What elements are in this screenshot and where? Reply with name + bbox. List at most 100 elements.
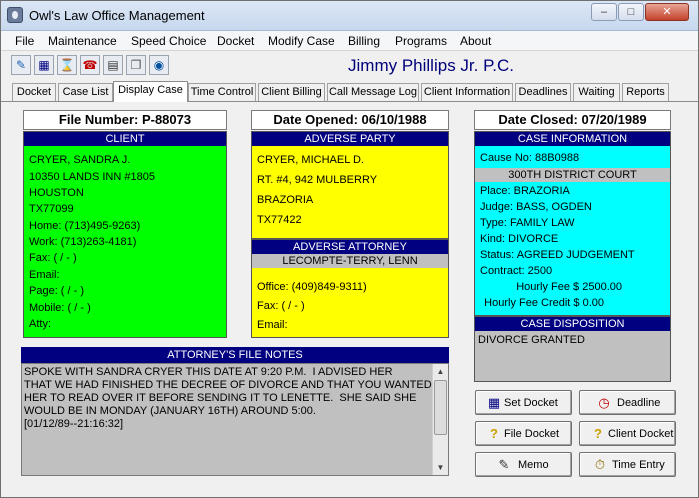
menu-modify-case[interactable]: Modify Case bbox=[268, 34, 335, 48]
case-hourly-fee: Hourly Fee $ 2500.00 bbox=[516, 281, 622, 293]
case-place: Place: BRAZORIA bbox=[480, 185, 570, 197]
maximize-button[interactable]: □ bbox=[618, 3, 644, 21]
calendar-icon: ▦ bbox=[487, 395, 501, 410]
file-docket-button[interactable]: ? File Docket bbox=[475, 421, 572, 446]
owl-app-icon bbox=[7, 7, 23, 23]
question-icon: ? bbox=[490, 426, 498, 441]
file-docket-label: File Docket bbox=[504, 428, 560, 440]
case-type: Type: FAMILY LAW bbox=[480, 217, 575, 229]
deadline-button[interactable]: ◷ Deadline bbox=[579, 390, 676, 415]
client-email: Email: bbox=[29, 269, 60, 281]
file-notes-area[interactable]: SPOKE WITH SANDRA CRYER THIS DATE AT 9:2… bbox=[21, 363, 449, 476]
question-icon: ? bbox=[594, 426, 602, 441]
case-disposition-text: DIVORCE GRANTED bbox=[478, 334, 585, 346]
tab-client-billing[interactable]: Client Billing bbox=[258, 83, 325, 101]
tab-display-case[interactable]: Display Case bbox=[113, 81, 188, 102]
adverse-attorney-office: Office: (409)849-9311) bbox=[257, 281, 367, 293]
stopwatch-icon: ⏱ bbox=[594, 457, 606, 472]
adverse-attorney-email: Email: bbox=[257, 319, 288, 331]
close-button[interactable]: ✕ bbox=[645, 3, 689, 21]
date-closed: Date Closed: 07/20/1989 bbox=[474, 110, 671, 130]
set-docket-label: Set Docket bbox=[504, 397, 558, 409]
client-docket-button[interactable]: ? Client Docket bbox=[579, 421, 676, 446]
tab-deadlines[interactable]: Deadlines bbox=[515, 83, 571, 101]
tab-client-information[interactable]: Client Information bbox=[421, 83, 513, 101]
time-entry-button[interactable]: ⏱ Time Entry bbox=[579, 452, 676, 477]
memo-button[interactable]: ✎ Memo bbox=[475, 452, 572, 477]
client-panel: CLIENT CRYER, SANDRA J. 10350 LANDS INN … bbox=[23, 131, 227, 338]
menu-speed-choice[interactable]: Speed Choice bbox=[131, 34, 206, 48]
case-disposition-title: CASE DISPOSITION bbox=[475, 317, 670, 331]
client-mobile: Mobile: ( / - ) bbox=[29, 302, 91, 314]
menu-bar: File Maintenance Speed Choice Docket Mod… bbox=[1, 31, 698, 51]
adverse-party-title: ADVERSE PARTY bbox=[252, 132, 448, 146]
document-icon[interactable]: ✎ bbox=[11, 55, 31, 75]
file-notes-text[interactable]: SPOKE WITH SANDRA CRYER THIS DATE AT 9:2… bbox=[24, 366, 432, 431]
pencil-icon: ✎ bbox=[498, 457, 510, 472]
file-notes-scrollbar[interactable]: ▲ ▼ bbox=[432, 364, 448, 475]
window-title: Owl's Law Office Management bbox=[29, 8, 205, 23]
app-window: Owl's Law Office Management – □ ✕ File M… bbox=[0, 0, 699, 498]
case-cause-number: Cause No: 88B0988 bbox=[480, 152, 580, 164]
client-panel-title: CLIENT bbox=[24, 132, 226, 146]
adverse-attorney-title: ADVERSE ATTORNEY bbox=[252, 240, 448, 254]
client-work-phone: Work: (713)263-4181) bbox=[29, 236, 137, 248]
adverse-party-name: CRYER, MICHAEL D. bbox=[257, 154, 364, 166]
client-attorney: Atty: bbox=[29, 318, 52, 330]
adverse-attorney-panel: ADVERSE ATTORNEY LECOMPTE-TERRY, LENN Of… bbox=[251, 239, 449, 338]
globe-icon[interactable]: ◉ bbox=[149, 55, 169, 75]
case-court: 300TH DISTRICT COURT bbox=[475, 168, 670, 182]
client-name: CRYER, SANDRA J. bbox=[29, 154, 131, 166]
menu-file[interactable]: File bbox=[15, 34, 34, 48]
hourglass-icon[interactable]: ⌛ bbox=[57, 55, 77, 75]
calculator-icon[interactable]: ▤ bbox=[103, 55, 123, 75]
case-status: Status: AGREED JUDGEMENT bbox=[480, 249, 635, 261]
client-docket-label: Client Docket bbox=[608, 428, 674, 440]
menu-programs[interactable]: Programs bbox=[395, 34, 447, 48]
scroll-down-icon[interactable]: ▼ bbox=[433, 460, 448, 475]
client-fax: Fax: ( / - ) bbox=[29, 252, 77, 264]
tab-divider bbox=[1, 101, 698, 102]
firm-name: Jimmy Phillips Jr. P.C. bbox=[348, 56, 514, 75]
deadline-label: Deadline bbox=[617, 397, 661, 409]
client-address: 10350 LANDS INN #1805 bbox=[29, 171, 155, 183]
calendar-icon[interactable]: ▦ bbox=[34, 55, 54, 75]
case-disposition-body: DIVORCE GRANTED bbox=[475, 331, 670, 381]
case-contract: Contract: 2500 bbox=[480, 265, 553, 277]
adverse-party-city: BRAZORIA bbox=[257, 194, 314, 206]
case-disposition-panel: CASE DISPOSITION DIVORCE GRANTED bbox=[474, 316, 671, 382]
menu-maintenance[interactable]: Maintenance bbox=[48, 34, 117, 48]
case-kind: Kind: DIVORCE bbox=[480, 233, 559, 245]
scroll-up-icon[interactable]: ▲ bbox=[433, 364, 448, 379]
tab-case-list[interactable]: Case List bbox=[58, 83, 113, 101]
adverse-party-panel: ADVERSE PARTY CRYER, MICHAEL D. RT. #4, … bbox=[251, 131, 449, 239]
memo-label: Memo bbox=[518, 459, 549, 471]
tab-waiting[interactable]: Waiting bbox=[573, 83, 620, 101]
menu-billing[interactable]: Billing bbox=[348, 34, 380, 48]
adverse-attorney-firm: LECOMPTE-TERRY, LENN bbox=[252, 254, 448, 268]
adverse-party-state-zip: TX77422 bbox=[257, 214, 302, 226]
tab-strip: Docket Case List Display Case Time Contr… bbox=[1, 81, 698, 102]
minimize-button[interactable]: – bbox=[591, 3, 617, 21]
case-information-title: CASE INFORMATION bbox=[475, 132, 670, 146]
menu-about[interactable]: About bbox=[460, 34, 491, 48]
tab-docket[interactable]: Docket bbox=[12, 83, 56, 101]
case-hourly-fee-credit: Hourly Fee Credit $ 0.00 bbox=[484, 297, 604, 309]
pages-icon[interactable]: ❐ bbox=[126, 55, 146, 75]
case-information-panel: CASE INFORMATION Cause No: 88B0988 300TH… bbox=[474, 131, 671, 316]
menu-docket[interactable]: Docket bbox=[217, 34, 254, 48]
alarm-clock-icon: ◷ bbox=[598, 395, 610, 410]
tab-call-message-log[interactable]: Call Message Log bbox=[327, 83, 419, 101]
scroll-thumb[interactable] bbox=[434, 380, 447, 435]
date-opened: Date Opened: 06/10/1988 bbox=[251, 110, 449, 130]
file-number: File Number: P-88073 bbox=[23, 110, 227, 130]
tab-time-control[interactable]: Time Control bbox=[188, 83, 256, 101]
phone-icon[interactable]: ☎ bbox=[80, 55, 100, 75]
client-pager: Page: ( / - ) bbox=[29, 285, 85, 297]
client-state-zip: TX77099 bbox=[29, 203, 74, 215]
set-docket-button[interactable]: ▦ Set Docket bbox=[475, 390, 572, 415]
title-bar: Owl's Law Office Management – □ ✕ bbox=[1, 1, 698, 31]
case-judge: Judge: BASS, OGDEN bbox=[480, 201, 592, 213]
client-home-phone: Home: (713)495-9263) bbox=[29, 220, 141, 232]
tab-reports[interactable]: Reports bbox=[622, 83, 669, 101]
